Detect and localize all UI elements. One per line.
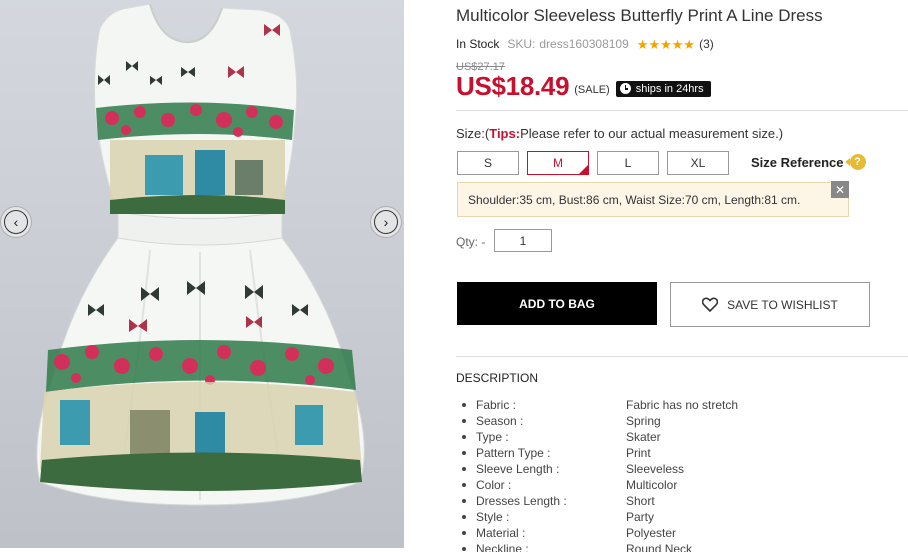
divider xyxy=(456,110,908,111)
size-option-l[interactable]: L xyxy=(597,151,659,175)
shipping-badge-text: ships in 24hrs xyxy=(635,82,704,95)
size-reference-label: Size Reference xyxy=(751,154,844,170)
price-row: US$18.49 (SALE) ships in 24hrs xyxy=(456,71,711,102)
spec-value: Multicolor xyxy=(626,478,678,492)
spec-row: Color : Multicolor xyxy=(462,478,738,494)
size-option-xl[interactable]: XL xyxy=(667,151,729,175)
close-tip-button[interactable]: ✕ xyxy=(831,181,849,198)
spec-key: Season : xyxy=(476,414,524,428)
chevron-right-icon: › xyxy=(374,210,398,234)
spec-row: Material : Polyester xyxy=(462,526,738,542)
product-title: Multicolor Sleeveless Butterfly Print A … xyxy=(456,6,823,25)
spec-row: Neckline : Round Neck xyxy=(462,542,738,552)
shipping-badge: ships in 24hrs xyxy=(615,80,711,97)
bullet-icon xyxy=(462,547,466,551)
bullet-icon xyxy=(462,467,466,471)
product-meta-row: In Stock SKU: dress160308109 ★ ★ ★ ★ ★ (… xyxy=(456,37,714,51)
sku-value: dress160308109 xyxy=(539,37,629,51)
previous-image-button[interactable]: ‹ xyxy=(0,206,32,238)
add-to-bag-button[interactable]: ADD TO BAG xyxy=(457,282,657,325)
bullet-icon xyxy=(462,419,466,423)
spec-value: Party xyxy=(626,510,655,524)
divider xyxy=(456,356,908,357)
bullet-icon xyxy=(462,435,466,439)
size-option-s[interactable]: S xyxy=(457,151,519,175)
bullet-icon xyxy=(462,483,466,487)
spec-key: Material : xyxy=(476,526,526,540)
next-image-button[interactable]: › xyxy=(370,206,402,238)
stock-status: In Stock xyxy=(456,37,500,51)
star-icon: ★ xyxy=(671,36,684,52)
measurement-text: Shoulder:35 cm, Bust:86 cm, Waist Size:7… xyxy=(468,192,801,207)
bullet-icon xyxy=(462,499,466,503)
sale-label: (SALE) xyxy=(574,83,610,96)
sku-label: SKU: xyxy=(507,37,536,51)
bullet-icon xyxy=(462,531,466,535)
description-title: DESCRIPTION xyxy=(456,371,539,385)
star-icon: ★ xyxy=(648,36,661,52)
spec-key: Style : xyxy=(476,510,510,524)
wishlist-label: SAVE TO WISHLIST xyxy=(727,297,838,312)
spec-list: Fabric : Fabric has no stretch Season : Spr… xyxy=(462,398,738,552)
chevron-left-icon: ‹ xyxy=(4,210,28,234)
spec-value: Fabric has no stretch xyxy=(626,398,739,412)
bullet-icon xyxy=(462,451,466,455)
product-page: ‹ › Multicolor Sleeveless Butterfly Prin… xyxy=(0,0,908,552)
spec-row: Season : Spring xyxy=(462,414,738,430)
spec-row: Sleeve Length : Sleeveless xyxy=(462,462,738,478)
heart-icon xyxy=(702,297,719,312)
tips-text: Please refer to our actual measurement s… xyxy=(520,126,784,141)
spec-value: Spring xyxy=(626,414,661,428)
spec-value: Skater xyxy=(626,430,661,444)
size-reference-link[interactable]: Size Reference ? xyxy=(751,154,866,170)
product-image-gallery[interactable]: ‹ › xyxy=(0,0,404,548)
spec-row: Style : Party xyxy=(462,510,738,526)
spec-value: Short xyxy=(626,494,655,508)
bullet-icon xyxy=(462,403,466,407)
spec-key: Sleeve Length : xyxy=(476,462,560,476)
spec-key: Neckline : xyxy=(476,542,529,552)
spec-key: Fabric : xyxy=(476,398,517,412)
spec-key: Type : xyxy=(476,430,509,444)
spec-row: Pattern Type : Print xyxy=(462,446,738,462)
size-label: Size:(Tips:Please refer to our actual me… xyxy=(456,126,783,141)
clock-icon xyxy=(619,83,631,94)
review-count-link[interactable]: (3) xyxy=(699,37,714,51)
help-icon: ? xyxy=(844,154,866,170)
close-icon: ✕ xyxy=(834,182,846,197)
bullet-icon xyxy=(462,515,466,519)
spec-row: Fabric : Fabric has no stretch xyxy=(462,398,738,414)
star-icon: ★ xyxy=(683,36,696,52)
spec-key: Pattern Type : xyxy=(476,446,551,460)
size-label-prefix: Size:( xyxy=(456,126,490,141)
spec-value: Round Neck xyxy=(626,542,693,552)
spec-value: Polyester xyxy=(626,526,677,540)
spec-key: Color : xyxy=(476,478,512,492)
spec-key: Dresses Length : xyxy=(476,494,567,508)
spec-row: Type : Skater xyxy=(462,430,738,446)
sale-price: US$18.49 xyxy=(456,71,570,101)
size-option-m[interactable]: M xyxy=(527,151,589,175)
spec-row: Dresses Length : Short xyxy=(462,494,738,510)
rating-stars[interactable]: ★ ★ ★ ★ ★ xyxy=(637,38,695,51)
dress-product-image xyxy=(36,3,365,506)
quantity-input[interactable] xyxy=(494,229,552,252)
quantity-label: Qty: - xyxy=(456,235,486,249)
measurement-tip-box: Shoulder:35 cm, Bust:86 cm, Waist Size:7… xyxy=(457,182,849,217)
star-icon: ★ xyxy=(660,36,672,52)
star-icon: ★ xyxy=(636,36,649,52)
spec-value: Print xyxy=(626,446,651,460)
spec-value: Sleeveless xyxy=(626,462,685,476)
save-to-wishlist-button[interactable]: SAVE TO WISHLIST xyxy=(670,282,870,327)
tips-label: Tips: xyxy=(489,126,521,141)
